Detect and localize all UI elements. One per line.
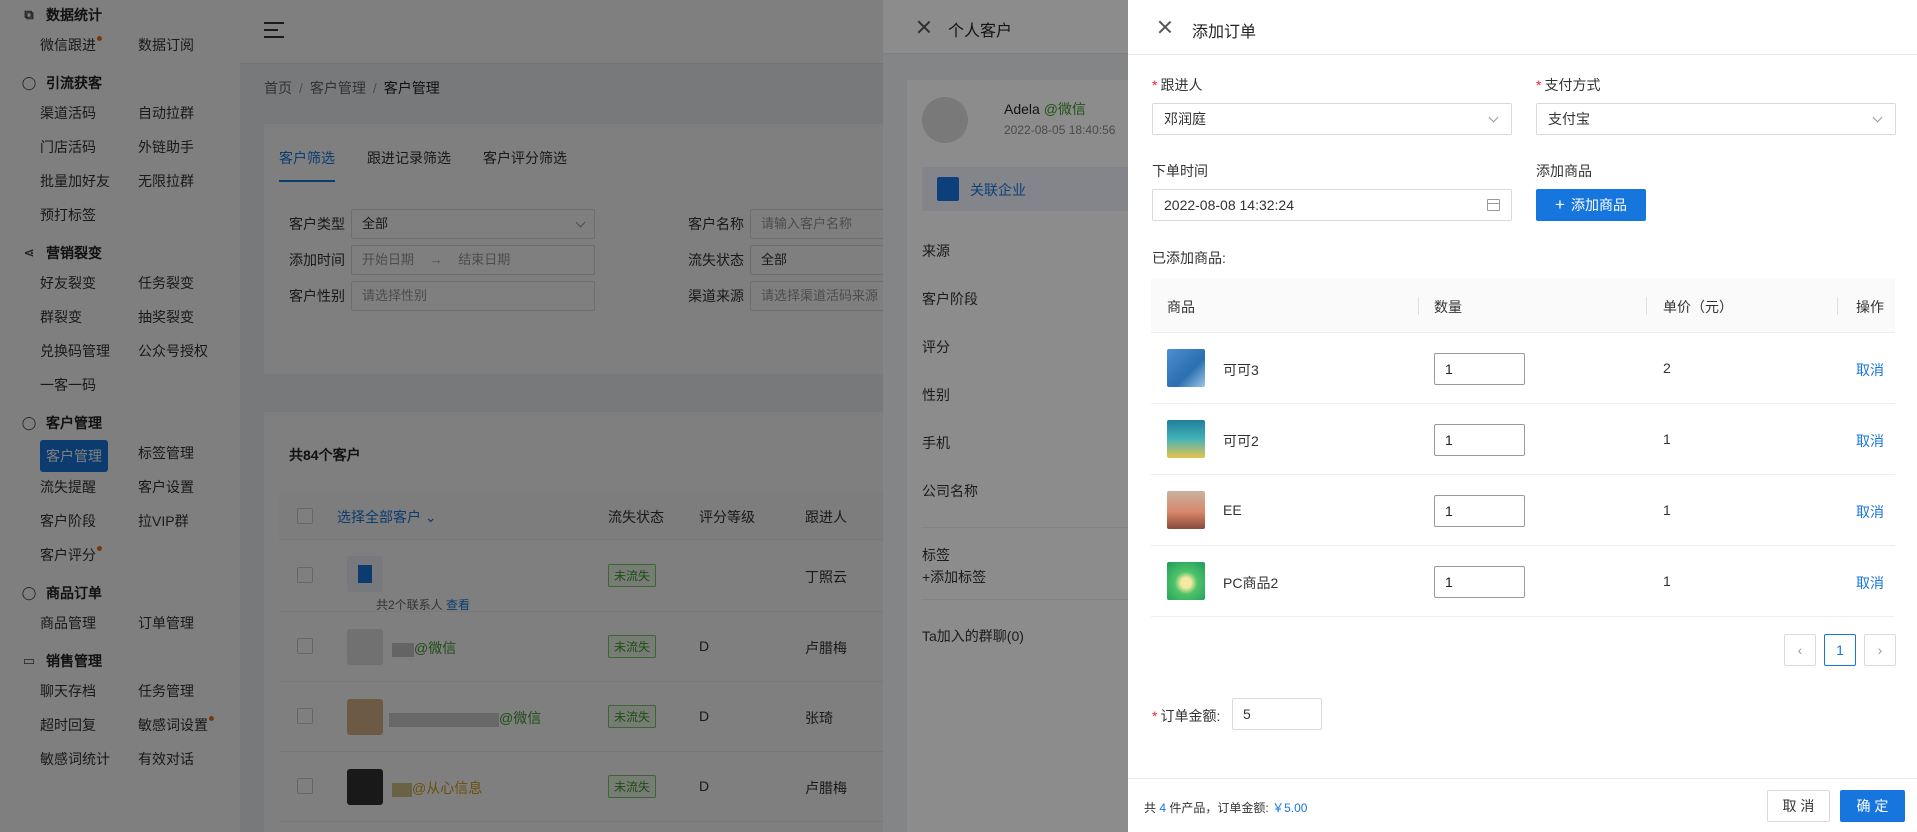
payment-select[interactable]: 支付宝 [1536, 103, 1896, 135]
follower-select[interactable]: 邓润庭 [1152, 103, 1512, 135]
next-page-button[interactable]: › [1864, 634, 1896, 666]
cancel-item-link[interactable]: 取消 [1856, 431, 1884, 451]
product-name: EE [1223, 502, 1242, 518]
quantity-input[interactable]: 1 [1434, 353, 1525, 385]
follower-label: * 跟进人 [1152, 77, 1203, 93]
payment-label: * 支付方式 [1536, 77, 1601, 93]
product-thumbnail [1167, 420, 1205, 458]
product-thumbnail [1167, 349, 1205, 387]
table-row: PC商品2 1 1 取消 [1151, 546, 1895, 617]
calendar-icon [1487, 199, 1500, 211]
add-order-title: 添加订单 [1192, 24, 1257, 41]
drawer-footer: 共 4 件产品，订单金额: ￥5.00 取 消 确 定 [1128, 778, 1917, 832]
page-number-button[interactable]: 1 [1824, 634, 1856, 666]
table-row: EE 1 1 取消 [1151, 475, 1895, 546]
unit-price: 1 [1663, 502, 1671, 518]
product-thumbnail [1167, 562, 1205, 600]
add-goods-button[interactable]: + 添加商品 [1536, 189, 1646, 221]
goods-column-header: 商品 [1167, 299, 1195, 315]
qty-column-header: 数量 [1434, 299, 1462, 315]
price-column-header: 单价（元） [1663, 299, 1733, 315]
add-order-drawer: 添加订单 * 跟进人 邓润庭 * 支付方式 支付宝 下单时间 2022-08-08 … [1128, 0, 1917, 832]
follower-value: 邓润庭 [1164, 111, 1206, 127]
chevron-down-icon [1488, 112, 1499, 123]
add-goods-label: 添加商品 [1536, 163, 1592, 179]
product-name: PC商品2 [1223, 575, 1279, 591]
table-row: 可可2 1 1 取消 [1151, 404, 1895, 475]
order-time-picker[interactable]: 2022-08-08 14:32:24 [1152, 189, 1512, 221]
unit-price: 1 [1663, 431, 1671, 447]
product-name: 可可2 [1223, 433, 1259, 449]
add-order-header: 添加订单 [1128, 0, 1917, 55]
cancel-button[interactable]: 取 消 [1767, 790, 1830, 822]
payment-value: 支付宝 [1548, 111, 1590, 127]
goods-table: 商品 数量 单价（元） 操作 可可3 1 2 取消 可可2 1 1 取消 EE … [1151, 278, 1895, 617]
quantity-input[interactable]: 1 [1434, 566, 1525, 598]
close-icon[interactable] [1158, 20, 1172, 34]
prev-page-button[interactable]: ‹ [1784, 634, 1816, 666]
goods-table-header: 商品 数量 单价（元） 操作 [1151, 278, 1895, 333]
order-time-value: 2022-08-08 14:32:24 [1164, 197, 1294, 213]
quantity-input[interactable]: 1 [1434, 495, 1525, 527]
table-row: 可可3 1 2 取消 [1151, 333, 1895, 404]
cancel-item-link[interactable]: 取消 [1856, 573, 1884, 593]
order-amount-label: * 订单金额: [1152, 708, 1221, 724]
quantity-input[interactable]: 1 [1434, 424, 1525, 456]
order-summary: 共 4 件产品，订单金额: ￥5.00 [1144, 801, 1308, 815]
order-time-label: 下单时间 [1152, 163, 1208, 179]
cancel-item-link[interactable]: 取消 [1856, 360, 1884, 380]
order-amount-input[interactable]: 5 [1232, 698, 1322, 730]
plus-icon: + [1555, 195, 1565, 214]
unit-price: 2 [1663, 360, 1671, 376]
product-thumbnail [1167, 491, 1205, 529]
confirm-button[interactable]: 确 定 [1840, 790, 1905, 822]
added-goods-label: 已添加商品: [1152, 250, 1226, 266]
chevron-down-icon [1872, 112, 1883, 123]
cancel-item-link[interactable]: 取消 [1856, 502, 1884, 522]
product-name: 可可3 [1223, 362, 1259, 378]
unit-price: 1 [1663, 573, 1671, 589]
action-column-header: 操作 [1856, 299, 1884, 315]
